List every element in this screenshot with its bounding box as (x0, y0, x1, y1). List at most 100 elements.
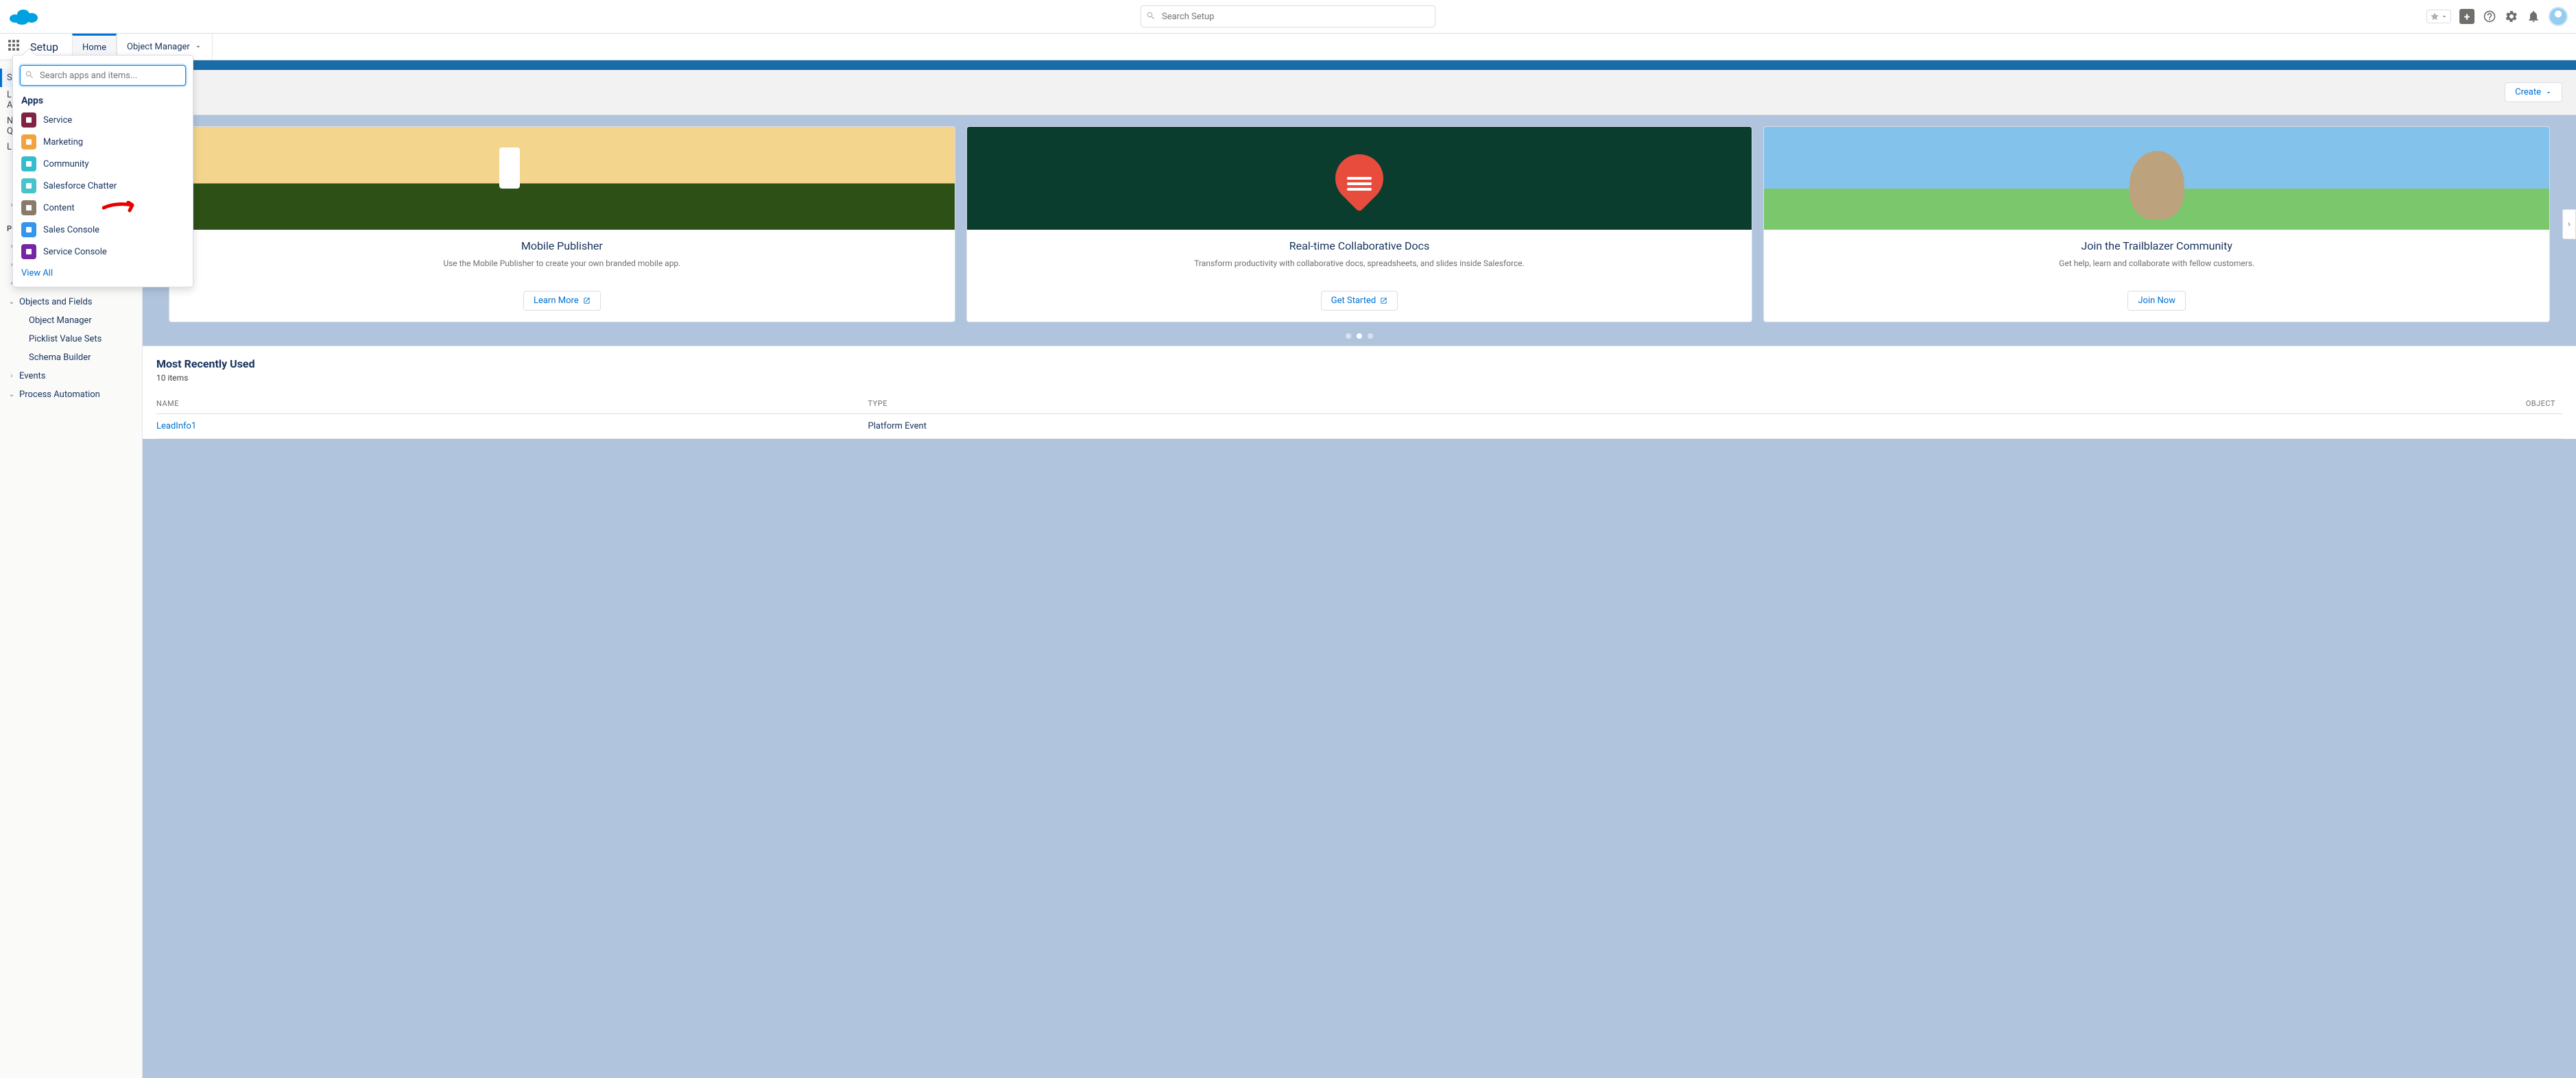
create-button[interactable]: Create (2505, 82, 2562, 102)
app-label: Salesforce Chatter (43, 181, 117, 191)
app-launcher-button[interactable] (8, 40, 22, 53)
app-item-service-console[interactable]: Service Console (13, 241, 193, 263)
app-label: Marketing (43, 137, 83, 147)
carousel-dot[interactable] (1368, 333, 1373, 339)
salesforce-logo (8, 6, 38, 27)
star-icon (2430, 12, 2440, 21)
col-object[interactable]: OBJECT (1911, 394, 2562, 414)
chevron-right-icon (2566, 221, 2573, 228)
main-content: SETUP Home Create Mobile Publisher Use t… (143, 60, 2576, 1078)
tab-label: Home (82, 43, 106, 53)
app-icon (21, 156, 36, 171)
gear-icon[interactable] (2505, 10, 2518, 23)
page-header: SETUP Home Create (143, 70, 2576, 115)
global-actions-button[interactable]: + (2459, 9, 2474, 24)
app-item-sales-console[interactable]: Sales Console (13, 219, 193, 241)
carousel-dot[interactable] (1346, 333, 1351, 339)
plus-icon: + (2464, 10, 2470, 23)
app-icon (21, 112, 36, 128)
app-icon (21, 222, 36, 237)
card-desc: Transform productivity with collaborativ… (1180, 258, 1538, 281)
sidebar-subitem-picklist-value-sets[interactable]: Picklist Value Sets (0, 330, 142, 348)
help-icon[interactable] (2483, 10, 2496, 23)
card-trailblazer: Join the Trailblazer Community Get help,… (1763, 126, 2550, 322)
notifications-icon[interactable] (2527, 10, 2540, 23)
external-link-icon (1380, 297, 1387, 304)
chevron-down-icon (194, 43, 202, 51)
sidebar-item-label: Events (19, 371, 45, 381)
cta-label: Learn More (534, 296, 579, 306)
sidebar-subitem-schema-builder[interactable]: Schema Builder (0, 348, 142, 367)
sidebar-subitem-object-manager[interactable]: Object Manager (0, 311, 142, 330)
col-type[interactable]: TYPE (868, 394, 1911, 414)
app-label: Content (43, 203, 75, 213)
app-item-marketing[interactable]: Marketing (13, 131, 193, 153)
app-item-community[interactable]: Community (13, 153, 193, 175)
card-cta-button[interactable]: Learn More (523, 291, 601, 311)
global-search-input[interactable] (1141, 5, 1435, 27)
card-cta-button[interactable]: Join Now (2127, 291, 2186, 311)
chevron-down-icon (2441, 13, 2448, 20)
apps-heading: Apps (13, 93, 193, 109)
chevron-right-icon: › (7, 372, 16, 380)
cta-label: Get Started (1331, 296, 1376, 306)
promo-cards-row: Mobile Publisher Use the Mobile Publishe… (143, 115, 2576, 333)
most-recently-used: Most Recently Used 10 items NAME TYPE OB… (143, 346, 2576, 439)
carousel-next-button[interactable] (2562, 209, 2576, 239)
app-icon (21, 178, 36, 193)
app-item-content[interactable]: Content (13, 197, 193, 219)
card-illustration (1764, 127, 2549, 230)
card-illustration (169, 127, 955, 230)
external-link-icon (583, 297, 591, 304)
global-header: + (0, 0, 2576, 33)
sidebar-item-process-automation[interactable]: ⌄Process Automation (0, 385, 142, 404)
app-label: Service Console (43, 247, 107, 257)
chevron-down-icon: ⌄ (7, 391, 16, 398)
app-launcher-popover: Apps Service Marketing Community Salesforce… (12, 55, 193, 287)
chevron-down-icon (2545, 89, 2552, 96)
mru-link[interactable]: LeadInfo1 (156, 421, 196, 431)
app-icon (21, 200, 36, 215)
app-icon (21, 244, 36, 259)
user-avatar[interactable] (2549, 7, 2568, 26)
chevron-down-icon: ⌄ (7, 298, 16, 306)
favorites-button[interactable] (2426, 10, 2451, 23)
card-title: Real-time Collaborative Docs (1289, 239, 1429, 252)
app-item-service[interactable]: Service (13, 109, 193, 131)
app-launcher-search-input[interactable] (20, 65, 186, 86)
mru-table: NAME TYPE OBJECT LeadInfo1 Platform Event (156, 394, 2562, 439)
card-desc: Get help, learn and collaborate with fel… (2045, 258, 2268, 281)
app-launcher-search (20, 65, 186, 86)
sidebar-item-objects-and-fields[interactable]: ⌄Objects and Fields (0, 293, 142, 311)
cta-label: Join Now (2138, 296, 2175, 306)
app-label: Service (43, 115, 72, 125)
card-title: Mobile Publisher (521, 239, 603, 252)
app-label: Sales Console (43, 225, 99, 235)
col-name[interactable]: NAME (156, 394, 868, 414)
carousel-dot[interactable] (1357, 333, 1362, 339)
card-title: Join the Trailblazer Community (2081, 239, 2232, 252)
card-mobile-publisher: Mobile Publisher Use the Mobile Publishe… (169, 126, 955, 322)
sidebar-item-events[interactable]: ›Events (0, 367, 142, 385)
search-icon (25, 70, 34, 80)
view-all-link[interactable]: View All (21, 268, 53, 278)
sidebar-item-label: Process Automation (19, 390, 100, 400)
app-name: Setup (30, 40, 58, 53)
card-cta-button[interactable]: Get Started (1321, 291, 1398, 311)
app-icon (21, 134, 36, 149)
search-icon (1146, 11, 1156, 21)
context-bar: Setup Home Object Manager (0, 33, 2576, 60)
table-row: LeadInfo1 Platform Event (156, 414, 2562, 439)
global-search (1141, 5, 1435, 27)
view-all-link-wrap: View All (13, 263, 193, 280)
header-actions: + (2426, 7, 2568, 26)
sidebar-item-label: Objects and Fields (19, 297, 93, 307)
mru-type: Platform Event (868, 414, 1911, 439)
tab-label: Object Manager (127, 42, 190, 52)
card-illustration (967, 127, 1752, 230)
app-label: Community (43, 159, 89, 169)
create-label: Create (2515, 87, 2541, 97)
app-item-salesforce-chatter[interactable]: Salesforce Chatter (13, 175, 193, 197)
mru-title: Most Recently Used (156, 357, 2562, 370)
card-collaborative-docs: Real-time Collaborative Docs Transform p… (966, 126, 1753, 322)
